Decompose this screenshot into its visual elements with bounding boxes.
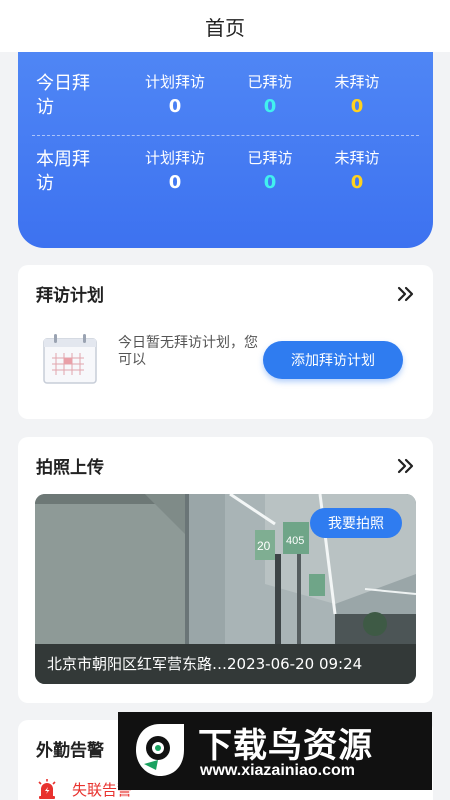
week-unvisited-label: 未拜访 — [334, 149, 380, 167]
watermark-brand: 下载鸟资源 — [198, 726, 373, 766]
today-visited[interactable]: 已拜访 0 — [225, 72, 315, 120]
today-label: 今日拜访 — [36, 73, 90, 118]
stats-divider — [32, 135, 419, 136]
visit-stats-card: 今日拜访 计划拜访 0 已拜访 0 未拜访 0 本周拜访 计划拜访 0 已拜访 … — [18, 52, 433, 248]
week-stats-row: 本周拜访 计划拜访 0 已拜访 0 未拜访 0 — [18, 142, 433, 212]
week-unvisited[interactable]: 未拜访 0 — [312, 148, 402, 196]
add-visit-plan-button[interactable]: 添加拜访计划 — [263, 341, 403, 379]
today-unvisited[interactable]: 未拜访 0 — [312, 72, 402, 120]
double-chevron-right-icon[interactable] — [395, 455, 417, 477]
week-unvisited-value: 0 — [350, 172, 364, 193]
room-sign-2: 20 — [257, 539, 271, 553]
week-planned[interactable]: 计划拜访 0 — [130, 148, 220, 196]
week-visited-label: 已拜访 — [247, 149, 293, 167]
today-stats-row: 今日拜访 计划拜访 0 已拜访 0 未拜访 0 — [18, 66, 433, 136]
top-bar: 首页 — [0, 0, 450, 52]
bird-logo-icon — [136, 724, 184, 776]
today-visited-value: 0 — [263, 96, 277, 117]
empty-plan-text: 今日暂无拜访计划，您可以 — [118, 335, 258, 368]
photo-location-caption: 北京市朝阳区红军营东路…2023-06-20 09:24 — [35, 644, 416, 684]
today-planned[interactable]: 计划拜访 0 — [130, 72, 220, 120]
week-visited[interactable]: 已拜访 0 — [225, 148, 315, 196]
visit-plan-title: 拜访计划 — [36, 286, 104, 306]
week-label: 本周拜访 — [36, 149, 90, 194]
calendar-icon — [43, 334, 97, 384]
watermark-url: www.xiazainiao.com — [200, 762, 356, 779]
field-alert-title: 外勤告警 — [36, 741, 104, 761]
take-photo-button[interactable]: 我要拍照 — [310, 508, 402, 538]
today-planned-value: 0 — [168, 96, 182, 117]
room-sign-1: 405 — [286, 535, 304, 547]
photo-upload-card: 拍照上传 405 20 我要拍照 北京市朝阳区红军营东路…2023-06-20 … — [18, 437, 433, 703]
watermark-banner: 下载鸟资源 www.xiazainiao.com — [118, 712, 432, 790]
week-planned-value: 0 — [168, 172, 182, 193]
visit-plan-card: 拜访计划 今日暂无拜访计划，您可以 添加拜访计划 — [18, 265, 433, 419]
double-chevron-right-icon[interactable] — [395, 283, 417, 305]
today-planned-label: 计划拜访 — [144, 73, 205, 91]
photo-upload-title: 拍照上传 — [36, 458, 104, 478]
week-planned-label: 计划拜访 — [144, 149, 205, 167]
alarm-icon — [38, 779, 56, 799]
page-title: 首页 — [205, 15, 245, 40]
week-visited-value: 0 — [263, 172, 277, 193]
office-photo[interactable]: 405 20 我要拍照 北京市朝阳区红军营东路…2023-06-20 09:24 — [35, 494, 416, 684]
today-unvisited-label: 未拜访 — [334, 73, 380, 91]
today-unvisited-value: 0 — [350, 96, 364, 117]
today-visited-label: 已拜访 — [247, 73, 293, 91]
